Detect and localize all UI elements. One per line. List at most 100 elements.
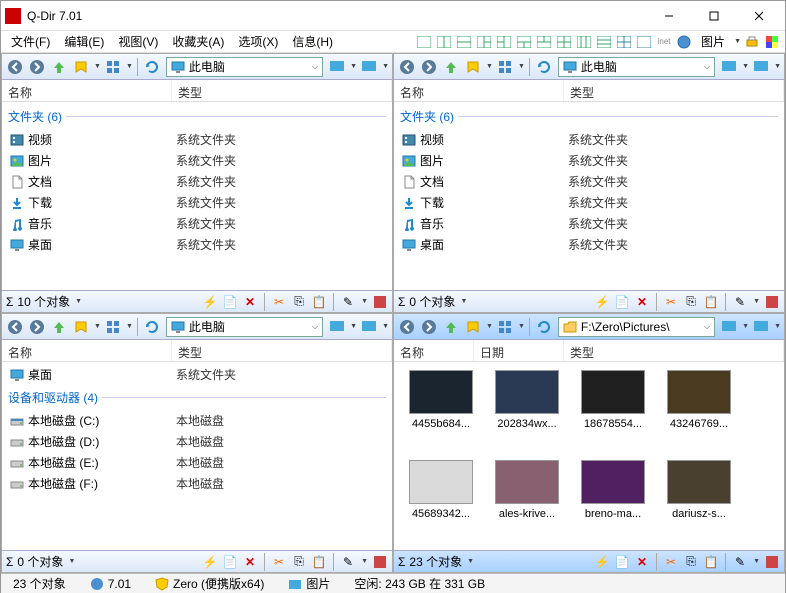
chevron-down-icon[interactable]: ⌵ — [312, 62, 318, 72]
back-button[interactable] — [5, 57, 25, 77]
edit-icon[interactable]: ✎ — [340, 554, 356, 570]
file-row[interactable]: 桌面系统文件夹 — [8, 364, 386, 385]
back-button[interactable] — [397, 57, 417, 77]
flash-icon[interactable]: ⚡ — [202, 554, 218, 570]
paste-icon[interactable]: 📋 — [311, 294, 327, 310]
monitor2-icon[interactable] — [359, 57, 379, 77]
refresh-button[interactable] — [142, 317, 162, 337]
refresh-button[interactable] — [142, 57, 162, 77]
paste-icon[interactable]: 📋 — [703, 554, 719, 570]
maximize-button[interactable] — [691, 2, 736, 30]
col-date[interactable]: 日期 — [474, 340, 564, 361]
thumbnail[interactable]: ales-krive... — [488, 460, 566, 542]
layout-3d-icon[interactable] — [535, 34, 553, 50]
favorites-button[interactable] — [463, 57, 483, 77]
chevron-down-icon[interactable]: ▼ — [742, 323, 749, 330]
pane-1-list[interactable]: 文件夹 (6)视频系统文件夹图片系统文件夹文档系统文件夹下载系统文件夹音乐系统文… — [2, 102, 392, 290]
copy-icon[interactable]: ⎘ — [683, 294, 699, 310]
layout-2h-icon[interactable] — [455, 34, 473, 50]
thumbnail[interactable]: 18678554... — [574, 370, 652, 452]
paste-icon[interactable]: 📋 — [703, 294, 719, 310]
chevron-down-icon[interactable]: ▼ — [753, 298, 760, 305]
doc-icon[interactable]: 📄 — [222, 294, 238, 310]
forward-button[interactable] — [27, 57, 47, 77]
file-row[interactable]: 音乐系统文件夹 — [8, 213, 386, 234]
edit-icon[interactable]: ✎ — [732, 554, 748, 570]
chevron-down-icon[interactable]: ▼ — [518, 63, 525, 70]
layout-4b-icon[interactable] — [575, 34, 593, 50]
chevron-down-icon[interactable]: ▼ — [126, 323, 133, 330]
up-button[interactable] — [441, 57, 461, 77]
thumbnail[interactable]: 4455b684... — [402, 370, 480, 452]
globe-icon[interactable] — [675, 34, 693, 50]
col-name[interactable]: 名称 — [394, 80, 564, 101]
thumbnail[interactable]: 43246769... — [660, 370, 738, 452]
address-bar[interactable]: 此电脑 ⌵ — [558, 57, 715, 77]
file-row[interactable]: 文档系统文件夹 — [400, 171, 778, 192]
favorites-button[interactable] — [463, 317, 483, 337]
menu-file[interactable]: 文件(F) — [5, 31, 56, 52]
chevron-down-icon[interactable]: ▼ — [361, 298, 368, 305]
chevron-down-icon[interactable]: ▼ — [518, 323, 525, 330]
menu-favorites[interactable]: 收藏夹(A) — [166, 31, 230, 52]
col-type[interactable]: 类型 — [564, 340, 784, 361]
chevron-down-icon[interactable]: ⌵ — [704, 62, 710, 72]
back-button[interactable] — [5, 317, 25, 337]
paste-icon[interactable]: 📋 — [311, 554, 327, 570]
flash-icon[interactable]: ⚡ — [202, 294, 218, 310]
up-button[interactable] — [49, 57, 69, 77]
layout-2v-icon[interactable] — [435, 34, 453, 50]
refresh-button[interactable] — [534, 57, 554, 77]
cut-icon[interactable]: ✂ — [271, 294, 287, 310]
file-row[interactable]: 图片系统文件夹 — [8, 150, 386, 171]
file-row[interactable]: 桌面系统文件夹 — [8, 234, 386, 255]
cut-icon[interactable]: ✂ — [271, 554, 287, 570]
pane-2-list[interactable]: 文件夹 (6)视频系统文件夹图片系统文件夹文档系统文件夹下载系统文件夹音乐系统文… — [394, 102, 784, 290]
menu-view[interactable]: 视图(V) — [112, 31, 164, 52]
monitor1-icon[interactable] — [719, 317, 739, 337]
thumbnail[interactable]: dariusz-s... — [660, 460, 738, 542]
chevron-down-icon[interactable]: ▼ — [734, 38, 741, 45]
up-button[interactable] — [441, 317, 461, 337]
file-row[interactable]: 本地磁盘 (C:)本地磁盘 — [8, 410, 386, 431]
chevron-down-icon[interactable]: ▼ — [774, 63, 781, 70]
grid-icon[interactable] — [764, 554, 780, 570]
chevron-down-icon[interactable]: ▼ — [350, 323, 357, 330]
monitor1-icon[interactable] — [719, 57, 739, 77]
layout-5b-icon[interactable] — [635, 34, 653, 50]
delete-icon[interactable]: ✕ — [242, 294, 258, 310]
copy-icon[interactable]: ⎘ — [291, 554, 307, 570]
view-button[interactable] — [103, 57, 123, 77]
file-row[interactable]: 图片系统文件夹 — [400, 150, 778, 171]
layout-4c-icon[interactable] — [595, 34, 613, 50]
file-row[interactable]: 本地磁盘 (E:)本地磁盘 — [8, 452, 386, 473]
chevron-down-icon[interactable]: ▼ — [742, 63, 749, 70]
view-button[interactable] — [495, 317, 515, 337]
chevron-down-icon[interactable]: ▼ — [126, 63, 133, 70]
flash-icon[interactable]: ⚡ — [594, 294, 610, 310]
flash-icon[interactable]: ⚡ — [594, 554, 610, 570]
menu-images[interactable]: 图片 — [695, 31, 731, 52]
doc-icon[interactable]: 📄 — [614, 554, 630, 570]
thumbnail[interactable]: 202834wx... — [488, 370, 566, 452]
col-type[interactable]: 类型 — [172, 80, 392, 101]
chevron-down-icon[interactable]: ▼ — [75, 298, 82, 305]
grid-icon[interactable] — [372, 554, 388, 570]
pane-4-thumbs[interactable]: 4455b684...202834wx...18678554...4324676… — [394, 362, 784, 550]
layout-1-icon[interactable] — [415, 34, 433, 50]
close-button[interactable] — [736, 2, 781, 30]
refresh-button[interactable] — [534, 317, 554, 337]
monitor2-icon[interactable] — [359, 317, 379, 337]
chevron-down-icon[interactable]: ⌵ — [704, 322, 710, 332]
cut-icon[interactable]: ✂ — [663, 294, 679, 310]
file-row[interactable]: 视频系统文件夹 — [8, 129, 386, 150]
file-row[interactable]: 下载系统文件夹 — [400, 192, 778, 213]
doc-icon[interactable]: 📄 — [222, 554, 238, 570]
layout-3c-icon[interactable] — [515, 34, 533, 50]
col-name[interactable]: 名称 — [394, 340, 474, 361]
copy-icon[interactable]: ⎘ — [291, 294, 307, 310]
edit-icon[interactable]: ✎ — [732, 294, 748, 310]
delete-icon[interactable]: ✕ — [634, 294, 650, 310]
pane-3-list[interactable]: 桌面系统文件夹设备和驱动器 (4)本地磁盘 (C:)本地磁盘本地磁盘 (D:)本… — [2, 362, 392, 550]
monitor2-icon[interactable] — [751, 317, 771, 337]
